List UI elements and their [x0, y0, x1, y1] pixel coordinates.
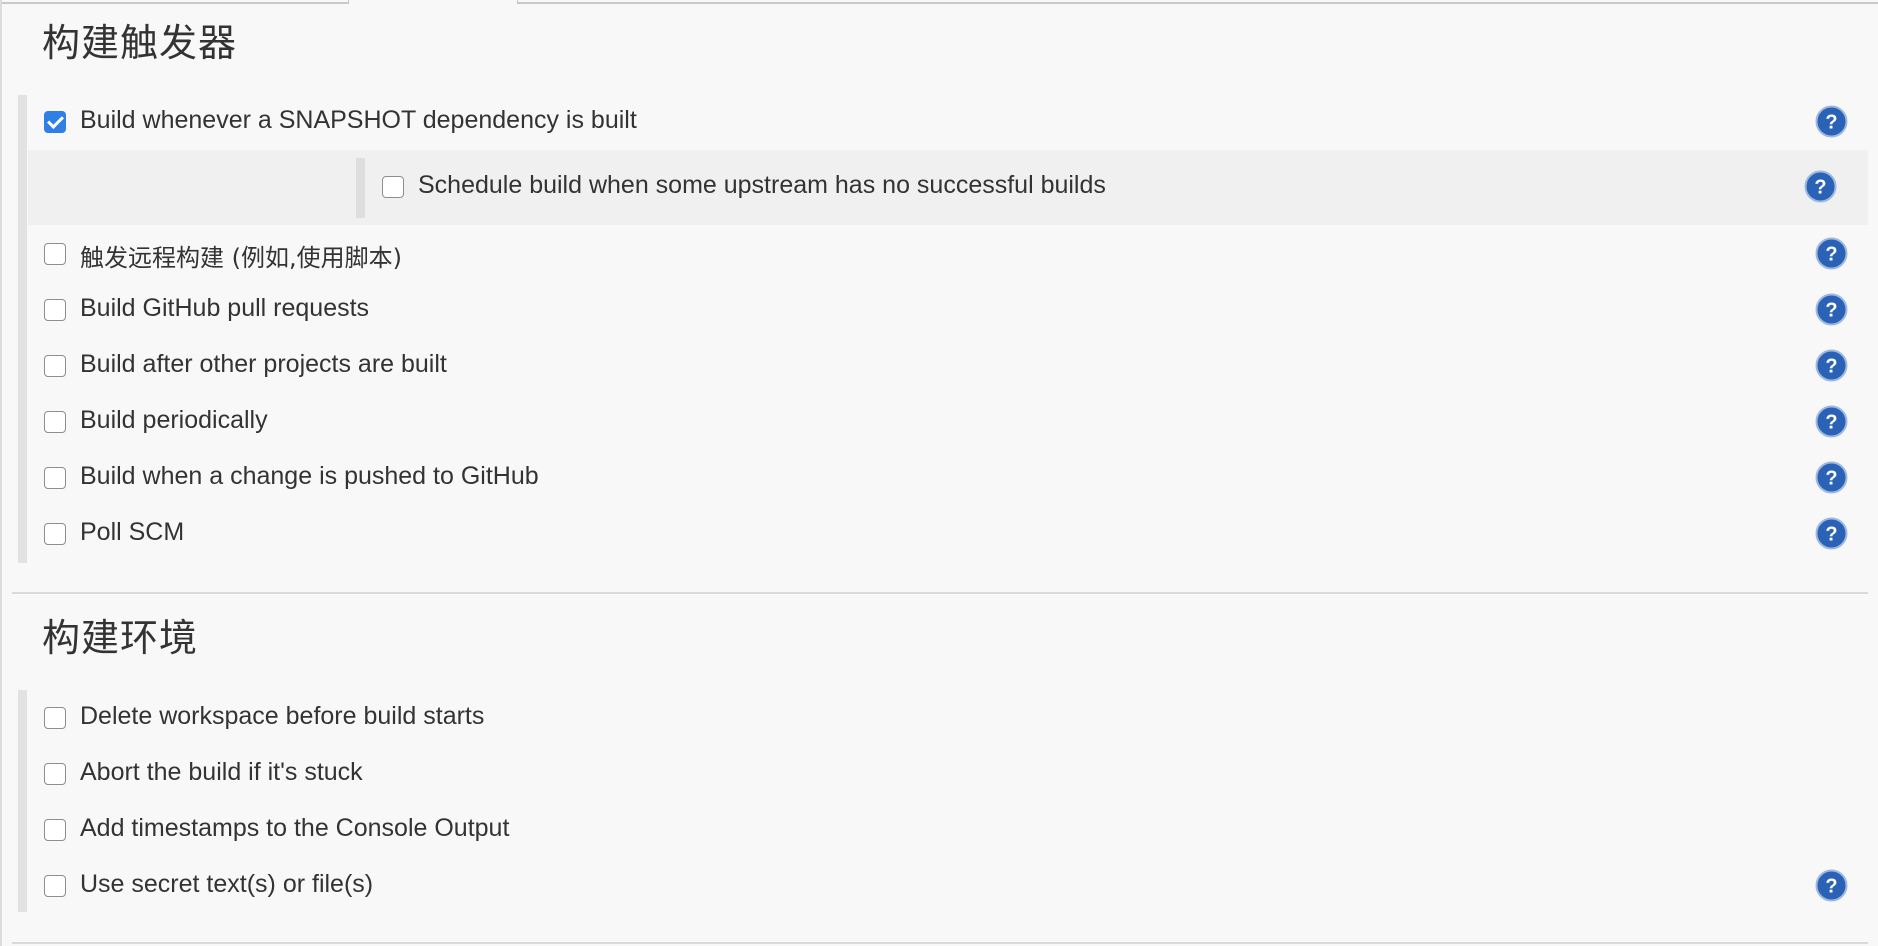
checkbox-poll-scm[interactable] — [44, 523, 66, 545]
trigger-row-after-other[interactable]: Build after other projects are built ? — [0, 338, 1878, 394]
trigger-row-github-push[interactable]: Build when a change is pushed to GitHub … — [0, 450, 1878, 506]
section-title-build-environment: 构建环境 — [42, 616, 199, 660]
checkbox-snapshot-dependency[interactable] — [44, 111, 66, 133]
svg-text:?: ? — [1825, 356, 1837, 378]
label-abort-stuck[interactable]: Abort the build if it's stuck — [80, 758, 363, 787]
section-divider-bottom — [12, 942, 1868, 944]
label-poll-scm[interactable]: Poll SCM — [80, 518, 184, 547]
checkbox-timestamps[interactable] — [44, 819, 66, 841]
checkbox-secret-text[interactable] — [44, 875, 66, 897]
section-divider — [12, 592, 1868, 594]
svg-text:?: ? — [1825, 412, 1837, 434]
label-delete-workspace[interactable]: Delete workspace before build starts — [80, 702, 484, 731]
tab-strip-line-left — [0, 0, 348, 4]
svg-text:?: ? — [1825, 524, 1837, 546]
label-after-other-projects[interactable]: Build after other projects are built — [80, 350, 447, 379]
sub-row-upstream-no-success[interactable]: Schedule build when some upstream has no… — [28, 150, 1868, 225]
svg-text:?: ? — [1825, 300, 1837, 322]
tab-active[interactable] — [348, 0, 518, 4]
checkbox-delete-workspace[interactable] — [44, 707, 66, 729]
checkbox-remote-trigger[interactable] — [44, 243, 66, 265]
svg-text:?: ? — [1825, 244, 1837, 266]
env-row-abort-stuck[interactable]: Abort the build if it's stuck — [0, 746, 1878, 802]
svg-text:?: ? — [1825, 468, 1837, 490]
label-timestamps[interactable]: Add timestamps to the Console Output — [80, 814, 509, 843]
checkbox-build-periodically[interactable] — [44, 411, 66, 433]
trigger-row-snapshot[interactable]: Build whenever a SNAPSHOT dependency is … — [0, 94, 1878, 150]
checkbox-github-push[interactable] — [44, 467, 66, 489]
help-question-icon[interactable]: ? — [1815, 461, 1848, 494]
trigger-row-periodically[interactable]: Build periodically ? — [0, 394, 1878, 450]
checkbox-github-pr[interactable] — [44, 299, 66, 321]
label-github-pr[interactable]: Build GitHub pull requests — [80, 294, 369, 323]
label-remote-trigger[interactable]: 触发远程构建 (例如,使用脚本) — [80, 238, 402, 273]
help-question-icon[interactable]: ? — [1804, 170, 1837, 203]
trigger-row-github-pr[interactable]: Build GitHub pull requests ? — [0, 282, 1878, 338]
env-row-delete-workspace[interactable]: Delete workspace before build starts — [0, 690, 1878, 746]
svg-text:?: ? — [1825, 112, 1837, 134]
help-question-icon[interactable]: ? — [1815, 237, 1848, 270]
svg-text:?: ? — [1825, 876, 1837, 898]
help-question-icon[interactable]: ? — [1815, 869, 1848, 902]
help-question-icon[interactable]: ? — [1815, 405, 1848, 438]
tab-strip-line-right — [518, 0, 1878, 4]
checkbox-upstream-no-success[interactable] — [382, 176, 404, 198]
label-secret-text[interactable]: Use secret text(s) or file(s) — [80, 870, 373, 899]
trigger-row-remote[interactable]: 触发远程构建 (例如,使用脚本) ? — [0, 226, 1878, 282]
label-build-periodically[interactable]: Build periodically — [80, 406, 268, 435]
label-github-push[interactable]: Build when a change is pushed to GitHub — [80, 462, 539, 491]
help-question-icon[interactable]: ? — [1815, 293, 1848, 326]
label-upstream-no-success[interactable]: Schedule build when some upstream has no… — [418, 171, 1106, 200]
top-tab-strip — [0, 0, 1878, 4]
label-snapshot-dependency[interactable]: Build whenever a SNAPSHOT dependency is … — [80, 106, 637, 135]
section-title-build-triggers: 构建触发器 — [42, 21, 238, 65]
help-question-icon[interactable]: ? — [1815, 349, 1848, 382]
trigger-row-poll-scm[interactable]: Poll SCM ? — [0, 506, 1878, 562]
env-row-timestamps[interactable]: Add timestamps to the Console Output — [0, 802, 1878, 858]
env-row-secret-text[interactable]: Use secret text(s) or file(s) ? — [0, 858, 1878, 914]
checkbox-abort-stuck[interactable] — [44, 763, 66, 785]
svg-text:?: ? — [1814, 177, 1826, 199]
help-question-icon[interactable]: ? — [1815, 517, 1848, 550]
checkbox-after-other-projects[interactable] — [44, 355, 66, 377]
snapshot-sub-options: Schedule build when some upstream has no… — [28, 150, 1868, 225]
help-question-icon[interactable]: ? — [1815, 105, 1848, 138]
